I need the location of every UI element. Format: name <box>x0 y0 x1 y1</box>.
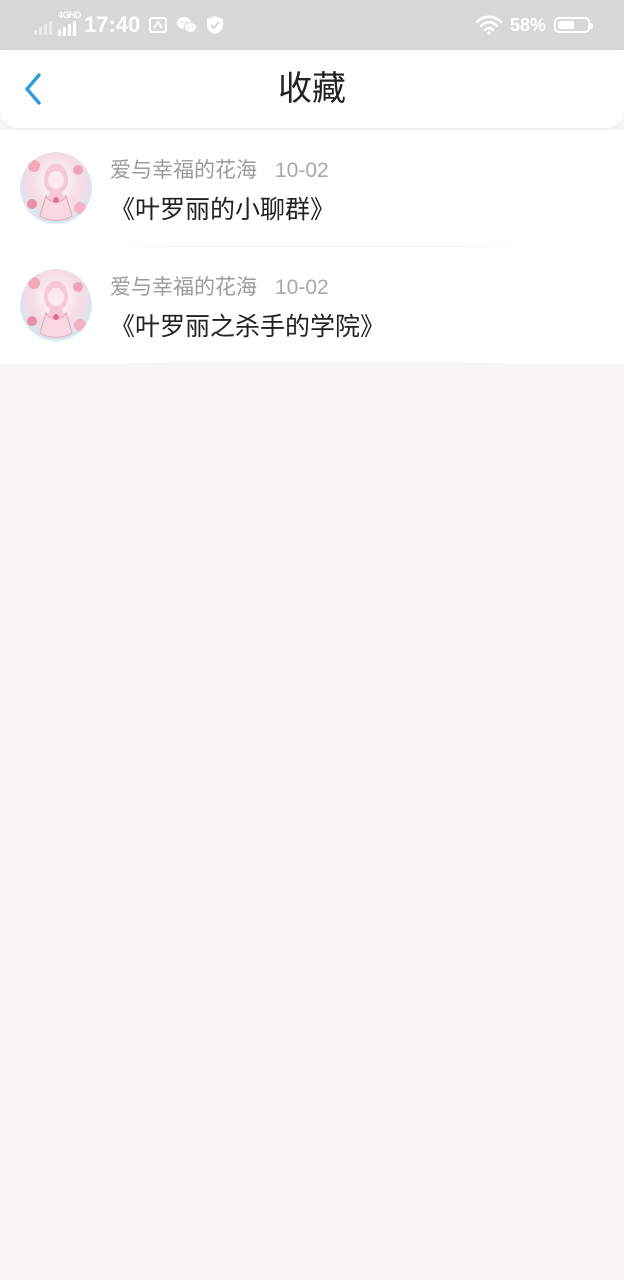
avatar[interactable] <box>20 152 92 224</box>
divider <box>90 363 544 364</box>
item-title[interactable]: 《叶罗丽的小聊群》 <box>110 190 335 226</box>
item-meta: 爱与幸福的花海 10-02 <box>110 271 329 301</box>
screenshot-icon <box>148 15 168 35</box>
page-title: 收藏 <box>278 69 346 109</box>
network-type-label: 4GHD <box>58 10 82 20</box>
favorites-list: 爱与幸福的花海 10-02 《叶罗丽的小聊群》 爱与幸福的花海 10-02 《叶… <box>0 130 624 364</box>
list-item[interactable]: 爱与幸福的花海 10-02 《叶罗丽的小聊群》 <box>0 130 624 247</box>
signal-icon <box>34 15 54 35</box>
avatar[interactable] <box>20 269 92 341</box>
shield-icon <box>206 15 224 35</box>
author-name: 爱与幸福的花海 <box>110 275 257 299</box>
wechat-icon <box>176 15 198 35</box>
wifi-icon <box>475 15 502 35</box>
list-item[interactable]: 爱与幸福的花海 10-02 《叶罗丽之杀手的学院》 <box>0 247 624 364</box>
post-date: 10-02 <box>275 276 329 299</box>
item-title[interactable]: 《叶罗丽之杀手的学院》 <box>110 307 385 343</box>
header: 收藏 <box>0 50 624 128</box>
battery-icon <box>554 17 593 33</box>
battery-level <box>558 21 574 29</box>
battery-percent: 58% <box>509 14 546 35</box>
clock-time: 17:40 <box>84 12 141 37</box>
item-meta: 爱与幸福的花海 10-02 <box>110 154 329 184</box>
author-name: 爱与幸福的花海 <box>110 158 257 182</box>
status-bar-right: 58% <box>475 0 593 50</box>
network-4g-icon: 4GHD <box>58 10 82 36</box>
status-bar-left: 4GHD 17:40 <box>34 0 232 50</box>
post-date: 10-02 <box>275 159 329 182</box>
status-bar: 4GHD 17:40 58% <box>0 0 624 50</box>
